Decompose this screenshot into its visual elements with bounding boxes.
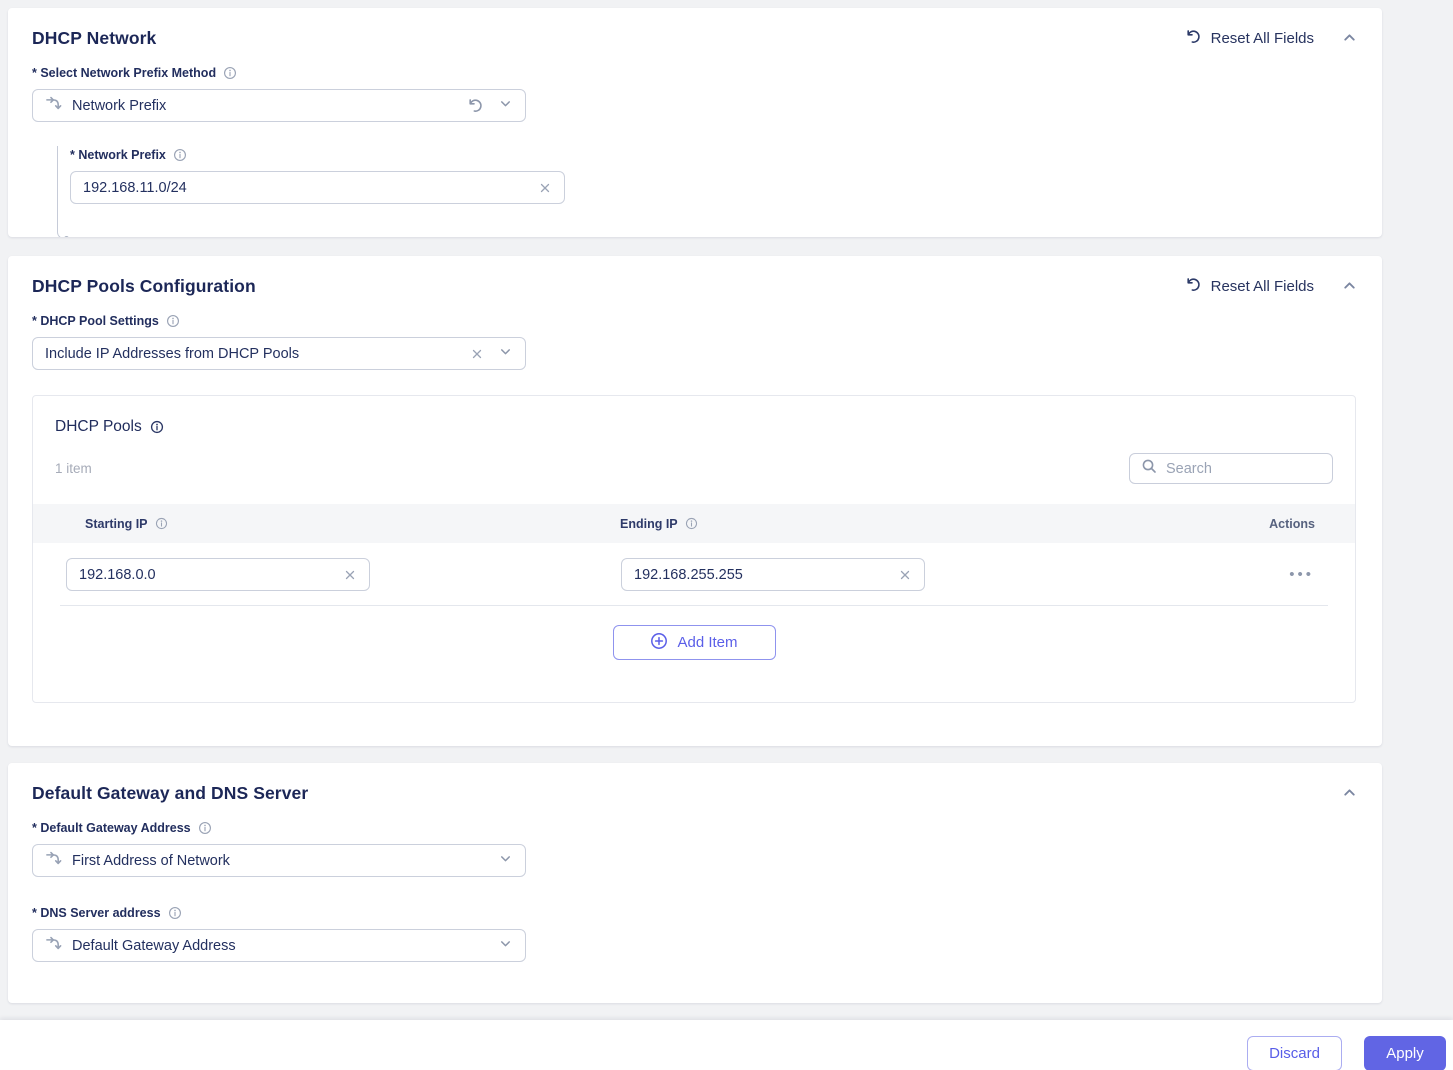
discard-button[interactable]: Discard xyxy=(1247,1036,1342,1070)
reset-all-fields-button[interactable]: Reset All Fields xyxy=(1185,28,1314,49)
pool-settings-label: * DHCP Pool Settings xyxy=(32,314,159,328)
dhcp-pools-configuration-title: DHCP Pools Configuration xyxy=(32,276,256,297)
collapse-section-button[interactable] xyxy=(1341,277,1358,297)
branch-icon xyxy=(45,95,62,116)
dhcp-network-card: DHCP Network Reset All Fields * Select N… xyxy=(8,8,1382,237)
apply-button[interactable]: Apply xyxy=(1364,1036,1446,1070)
dhcp-pools-panel: DHCP Pools 1 item Starting IP xyxy=(32,395,1356,703)
chevron-up-icon xyxy=(1341,29,1358,49)
clear-x-icon[interactable] xyxy=(538,181,552,195)
ending-ip-header: Ending IP xyxy=(620,517,678,531)
info-icon[interactable] xyxy=(155,517,168,530)
prefix-method-value: Network Prefix xyxy=(72,98,166,114)
dns-server-select[interactable]: Default Gateway Address xyxy=(32,929,526,962)
plus-circle-icon xyxy=(650,632,668,654)
dhcp-network-title: DHCP Network xyxy=(32,28,156,49)
branch-icon xyxy=(45,935,62,956)
reset-all-fields-label: Reset All Fields xyxy=(1211,30,1314,47)
chevron-down-icon[interactable] xyxy=(498,936,513,955)
reset-all-fields-label: Reset All Fields xyxy=(1211,278,1314,295)
info-icon[interactable] xyxy=(198,821,212,835)
add-item-button[interactable]: Add Item xyxy=(613,625,776,660)
chevron-up-icon xyxy=(1341,277,1358,297)
clear-x-icon[interactable] xyxy=(470,347,484,361)
network-prefix-field xyxy=(70,171,565,204)
reset-icon xyxy=(1185,276,1202,297)
search-field xyxy=(1129,453,1333,484)
reset-field-icon[interactable] xyxy=(467,97,484,114)
info-icon[interactable] xyxy=(166,314,180,328)
collapse-section-button[interactable] xyxy=(1341,29,1358,49)
starting-ip-header: Starting IP xyxy=(85,517,148,531)
footer-action-bar: Discard Apply xyxy=(0,1020,1453,1070)
reset-all-fields-button[interactable]: Reset All Fields xyxy=(1185,276,1314,297)
chevron-down-icon[interactable] xyxy=(498,96,513,115)
chevron-down-icon[interactable] xyxy=(498,851,513,870)
clear-x-icon[interactable] xyxy=(898,568,912,582)
search-input[interactable] xyxy=(1166,461,1321,477)
pool-settings-select[interactable]: Include IP Addresses from DHCP Pools xyxy=(32,337,526,370)
gateway-address-label: * Default Gateway Address xyxy=(32,821,191,835)
clear-x-icon[interactable] xyxy=(343,568,357,582)
add-item-label: Add Item xyxy=(677,634,737,651)
gateway-address-select[interactable]: First Address of Network xyxy=(32,844,526,877)
dhcp-pools-title: DHCP Pools xyxy=(55,418,142,436)
item-count: 1 item xyxy=(55,461,92,476)
ending-ip-input[interactable] xyxy=(634,567,888,583)
dns-server-label: * DNS Server address xyxy=(32,906,161,920)
starting-ip-input[interactable] xyxy=(79,567,333,583)
chevron-down-icon[interactable] xyxy=(498,344,513,363)
dns-server-value: Default Gateway Address xyxy=(72,938,236,954)
gateway-dns-title: Default Gateway and DNS Server xyxy=(32,783,308,804)
more-actions-icon[interactable]: ••• xyxy=(1289,566,1314,583)
network-prefix-label: * Network Prefix xyxy=(70,148,166,162)
info-icon[interactable] xyxy=(173,148,187,162)
info-icon[interactable] xyxy=(150,420,164,434)
search-icon xyxy=(1141,458,1157,479)
info-icon[interactable] xyxy=(685,517,698,530)
pool-table-row: ••• xyxy=(33,543,1355,606)
network-prefix-input[interactable] xyxy=(83,180,528,196)
actions-header: Actions xyxy=(1269,517,1315,531)
chevron-up-icon xyxy=(1341,784,1358,804)
pool-settings-value: Include IP Addresses from DHCP Pools xyxy=(45,346,299,362)
info-icon[interactable] xyxy=(223,66,237,80)
gateway-address-value: First Address of Network xyxy=(72,853,230,869)
collapse-section-button[interactable] xyxy=(1341,784,1358,804)
network-prefix-method-select[interactable]: Network Prefix xyxy=(32,89,526,122)
reset-icon xyxy=(1185,28,1202,49)
prefix-method-label: * Select Network Prefix Method xyxy=(32,66,216,80)
branch-icon xyxy=(45,850,62,871)
nested-field-connector xyxy=(57,146,66,237)
info-icon[interactable] xyxy=(168,906,182,920)
dhcp-settings-page: DHCP Network Reset All Fields * Select N… xyxy=(0,0,1453,1070)
ending-ip-field xyxy=(621,558,925,591)
pools-table-header: Starting IP Ending IP Actions xyxy=(33,504,1355,543)
gateway-dns-card: Default Gateway and DNS Server * Default… xyxy=(8,763,1382,1003)
starting-ip-field xyxy=(66,558,370,591)
dhcp-pools-configuration-card: DHCP Pools Configuration Reset All Field… xyxy=(8,256,1382,746)
